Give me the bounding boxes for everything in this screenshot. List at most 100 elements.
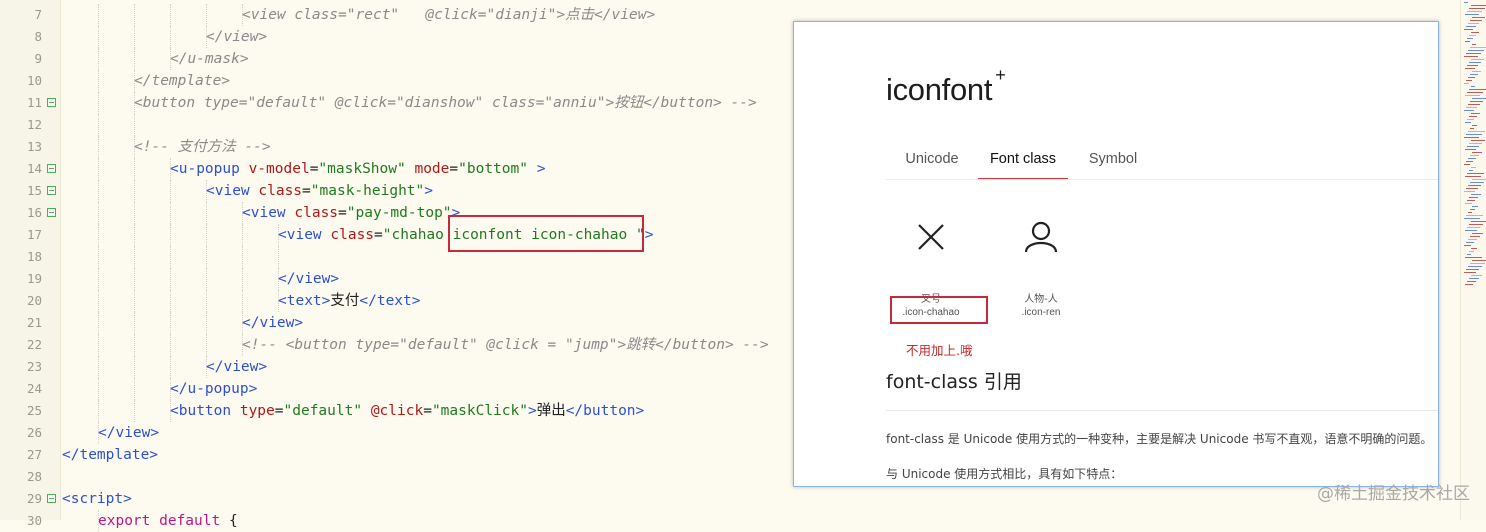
code-line[interactable]: 30 export default { [0,510,1460,532]
minimap-line [1468,104,1480,105]
indent-guide [170,356,171,378]
indent-guide [134,290,135,312]
minimap-line [1468,212,1472,213]
minimap-line [1464,29,1473,30]
indent-guide [98,290,99,312]
tab-font-class[interactable]: Font class [978,142,1068,180]
indent-guide [134,378,135,400]
line-number: 17 [26,227,42,242]
code-token: @click [334,95,388,111]
minimap-line [1469,251,1474,252]
indent-guide [98,268,99,290]
indent-guide [98,70,99,92]
annotation-note: 不用加上.哦 [906,343,973,358]
indent-guide [206,268,207,290]
minimap-line [1467,227,1480,228]
minimap-line [1472,206,1478,207]
iconfont-preview-window: iconfont + Unicode Font class Symbol 叉号 .… [793,21,1439,487]
code-token: "dianshow" [395,95,484,111]
fold-toggle-icon[interactable] [47,186,56,195]
indent-guide [134,114,135,136]
indent-guide [98,400,99,422]
minimap-line [1469,35,1476,36]
minimap-line [1469,143,1482,144]
tab-symbol[interactable]: Symbol [1068,142,1158,180]
code-line[interactable]: 29 <script> [0,488,1460,510]
indent-guide [170,334,171,356]
minimap-line [1466,188,1478,189]
person-icon [1024,221,1058,253]
minimap-line [1467,200,1475,201]
code-token: </u-mask> [170,51,249,67]
code-token: = [302,183,311,199]
code-token: type [203,95,239,111]
tab-label: Unicode [905,151,959,167]
minimap-line [1471,86,1475,87]
minimap-line [1464,2,1468,3]
fold-toggle-icon[interactable] [47,164,56,173]
icon-card-ren[interactable]: 人物-人 .icon-ren [986,212,1096,318]
code-token: = [449,161,459,177]
highlight-box-code [448,215,644,252]
minimap-line [1471,275,1482,276]
code-token: 弹出 [536,403,566,419]
minimap-line [1469,197,1478,198]
fold-toggle-icon[interactable] [47,494,56,503]
minimap-line [1465,230,1477,231]
indent-guide [134,48,135,70]
minimap[interactable] [1460,0,1486,520]
minimap-line [1470,263,1485,264]
line-number: 11 [26,95,42,110]
minimap-line [1468,23,1479,24]
code-token: 点击 [565,7,595,23]
section-divider [886,410,1438,411]
minimap-line [1464,218,1480,219]
code-text: <!-- 支付方法 --> [134,136,271,158]
code-token: "bottom" [458,161,528,177]
minimap-line [1471,32,1479,33]
fold-toggle-icon[interactable] [47,98,56,107]
minimap-line [1467,119,1474,120]
minimap-line [1472,44,1476,45]
minimap-line [1469,278,1479,279]
minimap-line [1467,173,1484,174]
code-token: class [294,205,339,221]
fold-toggle-icon[interactable] [47,208,56,217]
code-token: mode [414,161,450,177]
code-token: --> [721,95,757,111]
code-token: export default [98,513,221,529]
code-token: <script> [62,491,132,507]
minimap-line [1467,281,1476,282]
minimap-line [1467,11,1482,12]
code-token: = [387,95,396,111]
indent-guide [206,290,207,312]
code-token: v-model [248,161,310,177]
indent-guide [170,246,171,268]
minimap-line [1467,38,1473,39]
minimap-line [1471,248,1477,249]
tab-unicode[interactable]: Unicode [886,142,978,180]
minimap-line [1469,116,1477,117]
line-number: 8 [34,29,42,44]
code-token: <text> [278,293,331,309]
minimap-line [1472,71,1481,72]
minimap-line [1472,233,1483,234]
minimap-line [1465,68,1475,69]
watermark: @稀土掘金技术社区 [1317,484,1470,504]
indent-guide [242,224,243,246]
indent-guide [98,26,99,48]
line-number: 12 [26,117,42,132]
code-token: > [644,227,654,243]
code-token: @click [425,7,478,23]
code-text: </view> [206,356,267,378]
minimap-line [1470,101,1483,102]
code-text: </template> [62,444,158,466]
indent-guide [98,246,99,268]
minimap-line [1464,137,1479,138]
code-text: </template> [134,70,230,92]
iconfont-logo: iconfont + [886,65,1006,108]
indent-guide [170,4,171,26]
icon-card-chahao[interactable]: 叉号 .icon-chahao [876,212,986,318]
code-token: </text> [359,293,421,309]
